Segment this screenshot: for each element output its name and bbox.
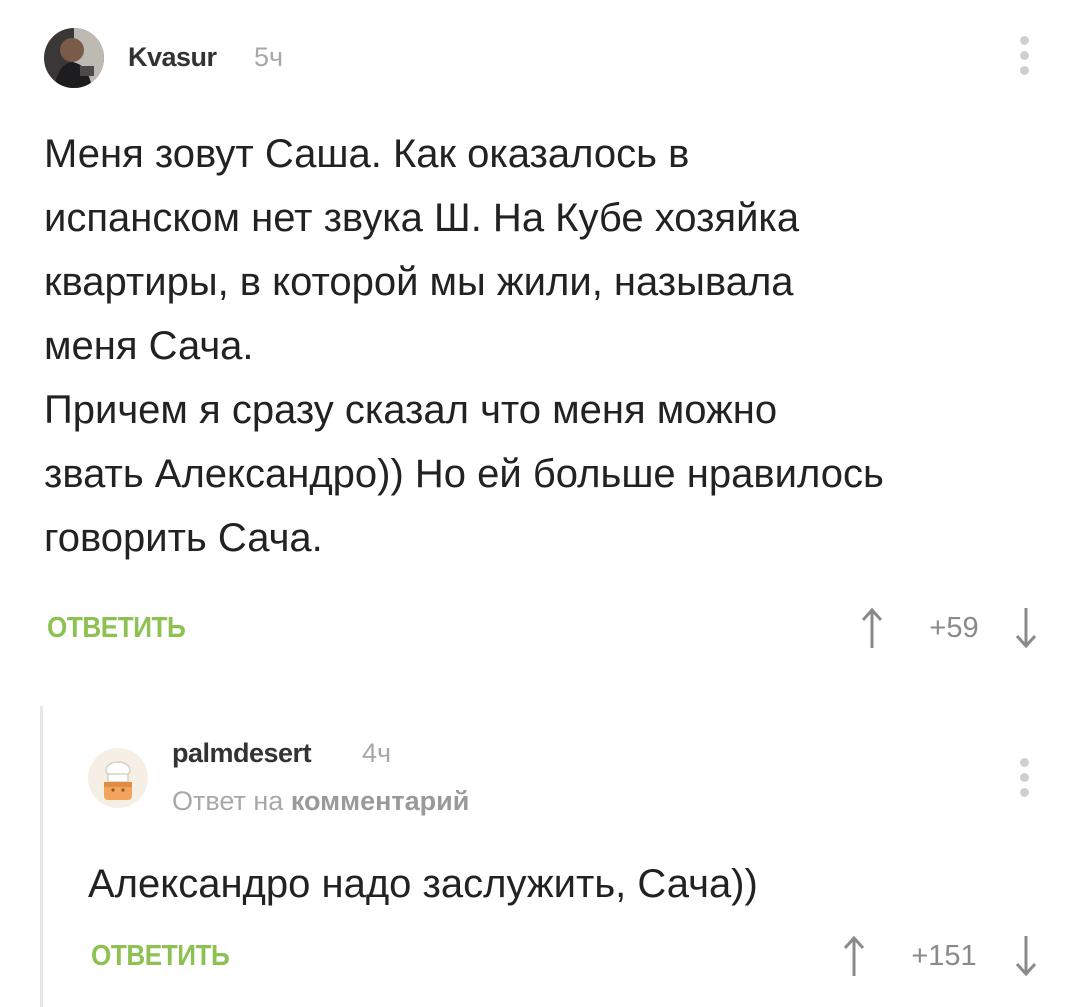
user-avatar[interactable] bbox=[88, 748, 148, 808]
comment-text: Александро надо заслужить, Сача)) bbox=[88, 862, 758, 906]
vertical-dots-icon[interactable] bbox=[1014, 758, 1034, 802]
comment-time: 5ч bbox=[254, 42, 284, 72]
reply-to-link[interactable]: комментарий bbox=[291, 786, 470, 816]
vote-control: +151 bbox=[840, 934, 1050, 982]
reply-to-info: Ответ на комментарий bbox=[172, 786, 469, 817]
username[interactable]: palmdesert bbox=[172, 738, 312, 769]
comment-reply: palmdesert 4ч Ответ на комментарий Алекс… bbox=[0, 700, 1077, 1007]
comment-text: Меня зовут Саша. Как оказалось в испанск… bbox=[44, 132, 884, 560]
reply-button[interactable]: ОТВЕТИТЬ bbox=[47, 612, 186, 645]
vote-score: +151 bbox=[911, 940, 977, 972]
comment: Kvasur 5ч Меня зовут Саша. Как оказалось… bbox=[0, 0, 1077, 680]
vote-control: +59 bbox=[858, 606, 1048, 654]
user-avatar[interactable] bbox=[44, 28, 104, 88]
vote-score: +59 bbox=[929, 612, 979, 644]
reply-to-prefix: Ответ на bbox=[172, 786, 284, 816]
arrow-up-icon[interactable] bbox=[860, 606, 884, 650]
comment-time: 4ч bbox=[362, 738, 392, 768]
arrow-up-icon[interactable] bbox=[842, 934, 866, 978]
arrow-down-icon[interactable] bbox=[1014, 606, 1038, 650]
reply-button[interactable]: ОТВЕТИТЬ bbox=[91, 940, 230, 973]
vertical-dots-icon[interactable] bbox=[1014, 36, 1034, 80]
arrow-down-icon[interactable] bbox=[1014, 934, 1038, 978]
username[interactable]: Kvasur bbox=[128, 42, 217, 73]
